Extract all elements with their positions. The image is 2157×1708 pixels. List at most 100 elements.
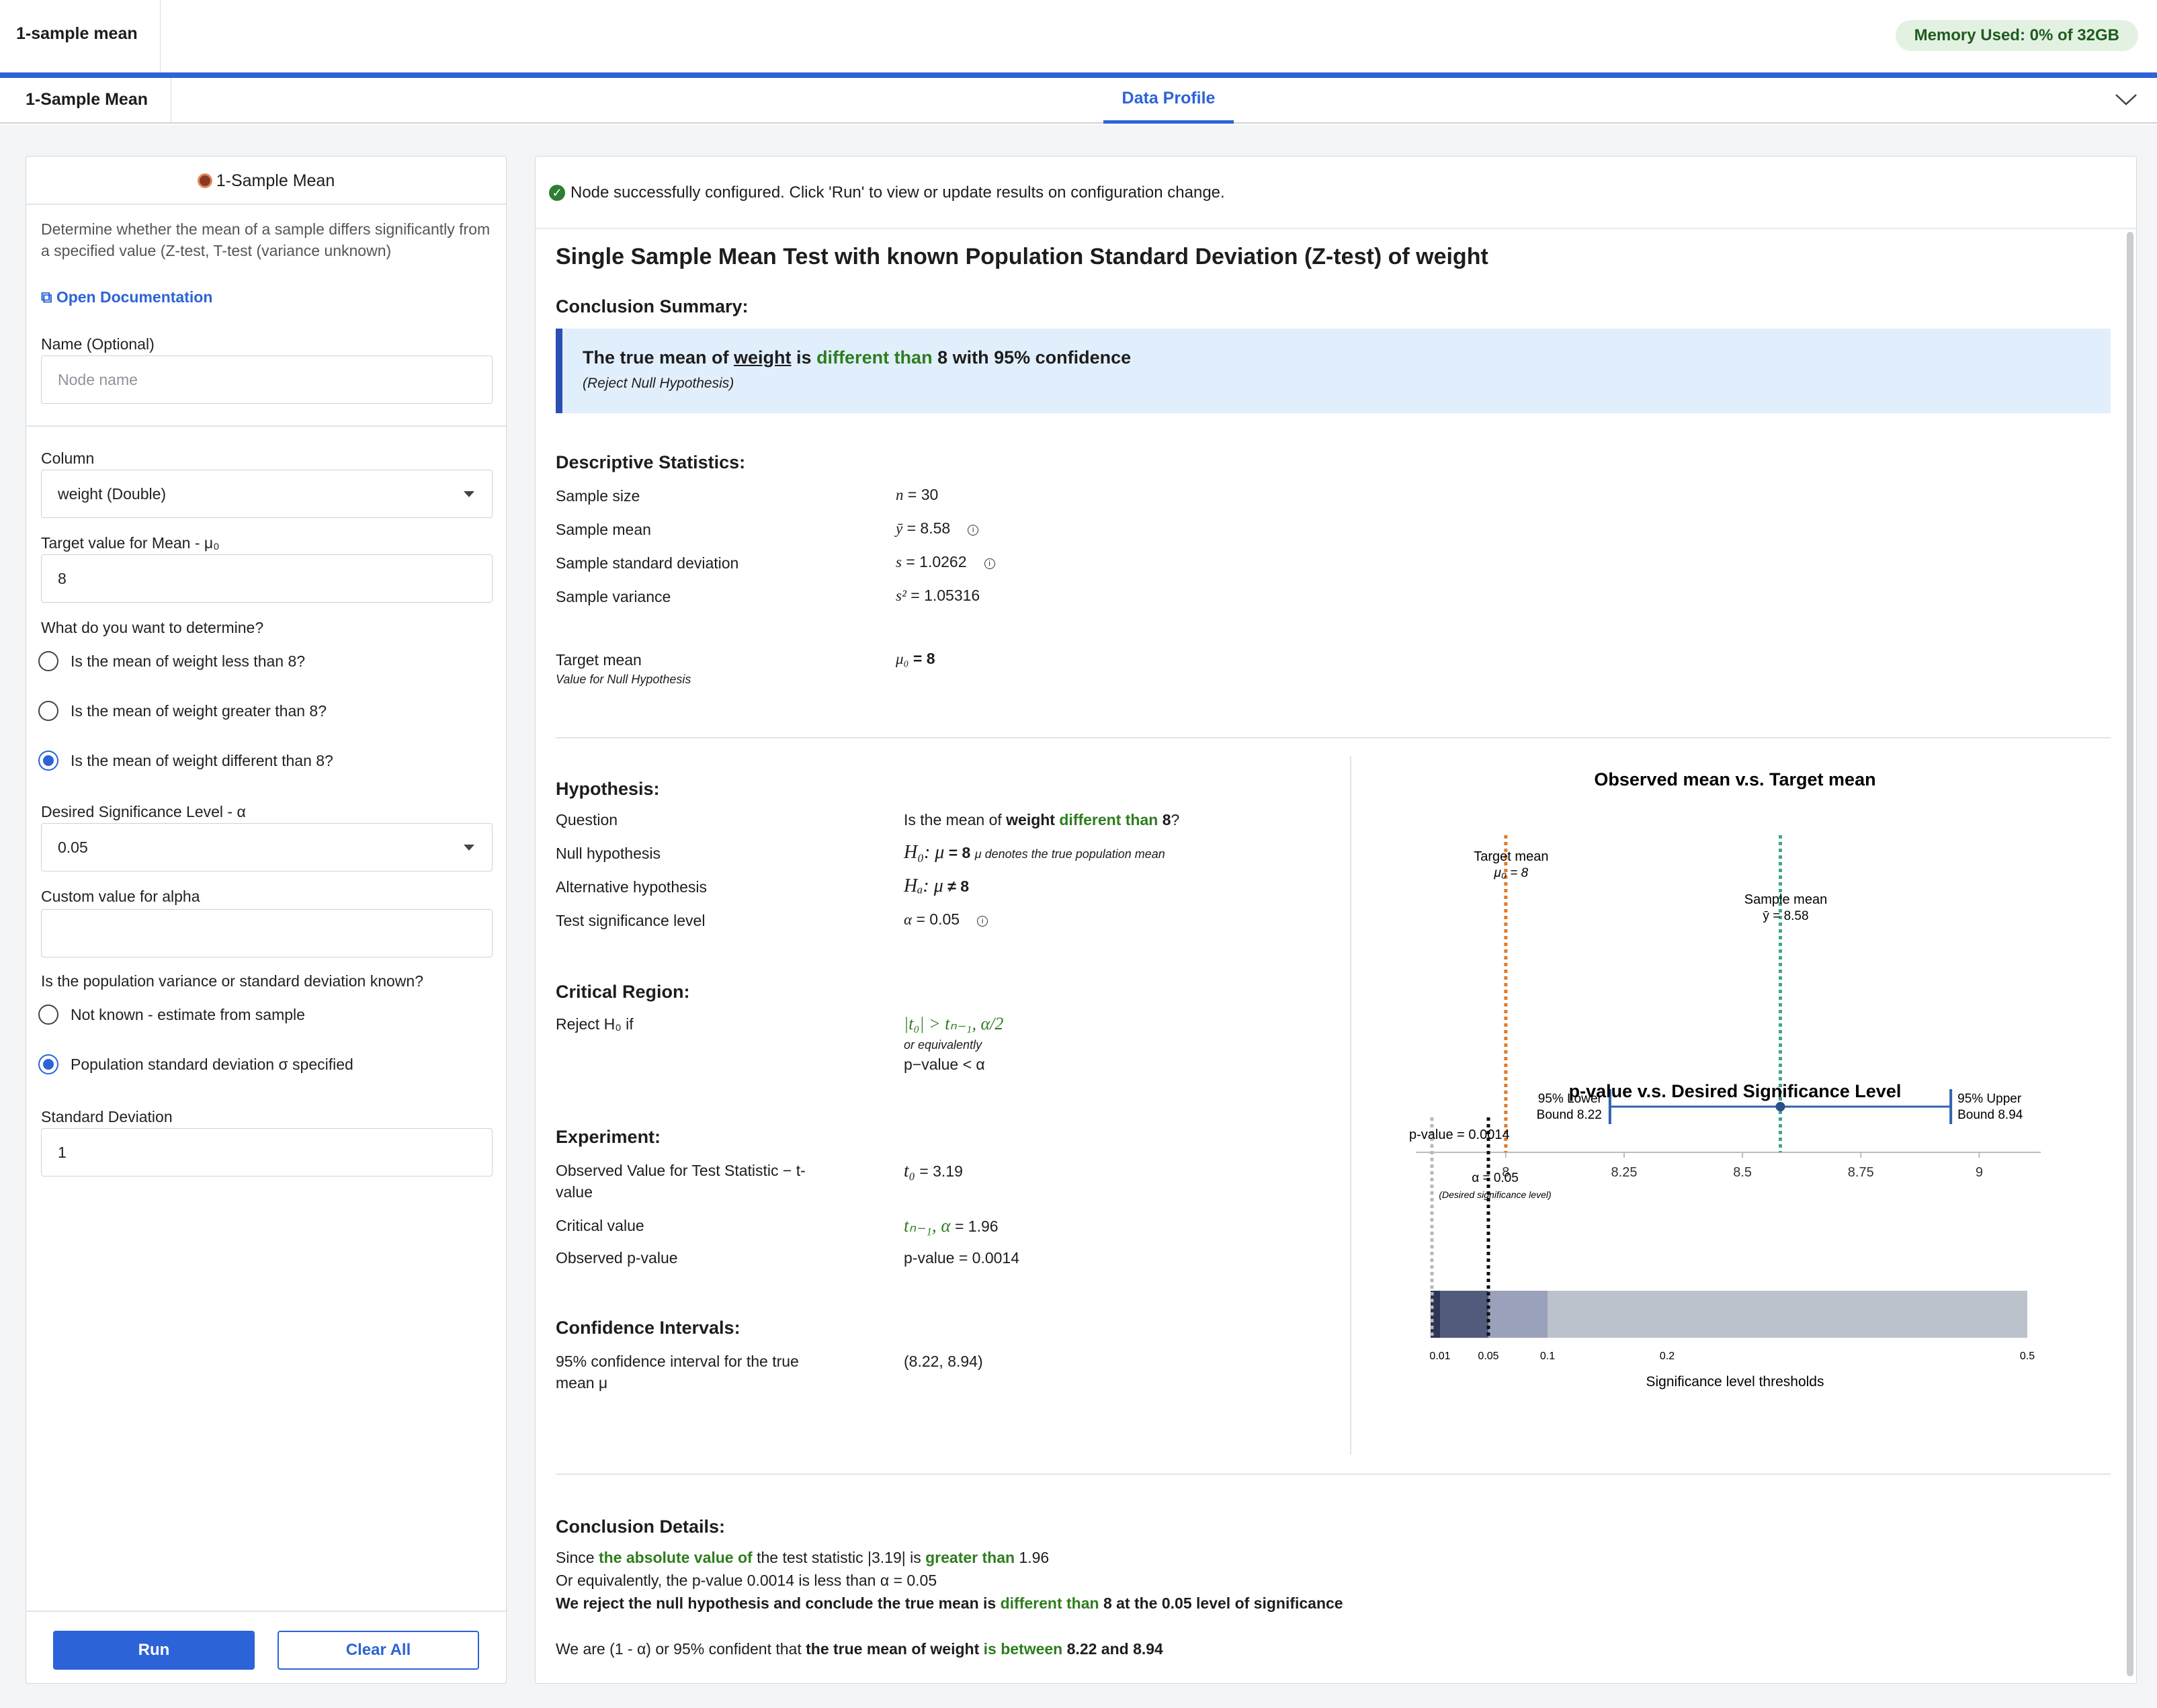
x-tick-label: 0.2	[1660, 1351, 1675, 1362]
p-value: p-value = 0.0014	[904, 1249, 1019, 1267]
custom-alpha-input[interactable]	[41, 909, 493, 957]
open-documentation-link[interactable]: ⧉ Open Documentation	[41, 288, 212, 306]
ci-value: (8.22, 8.94)	[904, 1353, 983, 1370]
info-icon[interactable]: i	[968, 525, 979, 536]
alpha-value: 0.05	[58, 839, 88, 856]
caret-down-icon	[464, 845, 474, 851]
note: μ denotes the true population mean	[974, 847, 1165, 861]
target-value-input[interactable]: 8	[41, 554, 493, 603]
emphasis: the absolute value of	[598, 1549, 753, 1566]
info-icon[interactable]: i	[977, 916, 988, 927]
alpha-label: Desired Significance Level - α	[41, 803, 246, 820]
variable: weight	[734, 347, 792, 368]
question-text: Is the mean of weight different than 8?	[904, 811, 1179, 829]
name-label: Name (Optional)	[41, 335, 155, 353]
radio-label: Not known - estimate from sample	[71, 1006, 305, 1023]
info-icon[interactable]: i	[984, 558, 995, 569]
radio-circle[interactable]	[38, 1005, 58, 1025]
value: = 1.0262	[901, 553, 967, 570]
sig-label: Test significance level	[556, 912, 706, 929]
text: is	[791, 347, 817, 368]
radio-circle[interactable]	[38, 701, 58, 721]
details-line-2: Or equivalently, the p-value 0.0014 is l…	[556, 1572, 937, 1589]
panel-header: 1-Sample Mean	[26, 157, 506, 205]
experiment-title: Experiment:	[556, 1127, 661, 1147]
chart-title: p-value v.s. Desired Significance Level	[1569, 1081, 1902, 1101]
descriptive-title: Descriptive Statistics:	[556, 452, 746, 472]
stat-label: Sample standard deviation	[556, 554, 739, 572]
symbol: n	[896, 486, 904, 503]
x-tick-label: 0.01	[1429, 1351, 1450, 1362]
divider	[1350, 756, 1351, 1455]
memory-badge: Memory Used: 0% of 32GB	[1895, 20, 2138, 51]
critical-expression: |t₀| > tₙ₋₁, α/2	[904, 1014, 1004, 1033]
divider	[26, 1611, 507, 1612]
divider	[26, 425, 507, 427]
question-label: Question	[556, 811, 618, 828]
value: = 1.96	[950, 1218, 999, 1235]
run-button[interactable]: Run	[53, 1631, 255, 1670]
stat-value: ȳ = 8.58 i	[896, 519, 979, 538]
external-link-icon: ⧉	[41, 288, 56, 306]
chevron-down-icon[interactable]	[2114, 87, 2138, 112]
critical-value-label: Critical value	[556, 1217, 644, 1234]
radio-circle[interactable]	[38, 651, 58, 671]
symbol: μ₀	[896, 650, 909, 667]
symbol: α	[904, 911, 913, 928]
symbol: Hₐ: μ	[904, 876, 943, 896]
emphasis: is between	[983, 1640, 1063, 1658]
significance-band	[1548, 1291, 2027, 1338]
text: 8 at the 0.05 level of significance	[1099, 1594, 1343, 1612]
tab-node[interactable]: 1-Sample Mean	[26, 90, 148, 110]
clear-all-button[interactable]: Clear All	[278, 1631, 479, 1670]
status-message: Node successfully configured. Click 'Run…	[570, 183, 1225, 202]
alpha-select[interactable]: 0.05	[41, 823, 493, 871]
column-select[interactable]: weight (Double)	[41, 470, 493, 518]
radio-circle[interactable]	[38, 751, 58, 771]
ci-label: 95% confidence interval for the true	[556, 1353, 799, 1370]
value: = 3.19	[915, 1162, 963, 1180]
config-panel: 1-Sample Mean Determine whether the mean…	[26, 156, 507, 1684]
alt-label: Alternative hypothesis	[556, 878, 708, 896]
tab-data-profile[interactable]: Data Profile	[1103, 78, 1234, 124]
or-equivalently: or equivalently	[904, 1038, 982, 1052]
value: = 8	[944, 844, 971, 861]
alpha-sub-label: (Desired significance level)	[1439, 1189, 1551, 1200]
results-panel: ✓ Node successfully configured. Click 'Ru…	[535, 156, 2137, 1684]
divider	[160, 0, 161, 73]
sd-label: Standard Deviation	[41, 1108, 173, 1125]
conclusion-banner: The true mean of weight is different tha…	[556, 329, 2111, 413]
sample-mean-sub: ȳ = 8.58	[1763, 909, 1808, 923]
text: 1.96	[1015, 1549, 1050, 1566]
critical-title: Critical Region:	[556, 982, 690, 1002]
sig-value: α = 0.05 i	[904, 910, 988, 929]
details-line-1: Since the absolute value of the test sta…	[556, 1549, 1049, 1567]
x-axis-label: Significance level thresholds	[1646, 1374, 1824, 1390]
emphasis: the true mean of weight	[806, 1640, 984, 1658]
node-name-input[interactable]: Node name	[41, 355, 493, 404]
value: 8	[1162, 811, 1171, 828]
radio-label: Is the mean of weight different than 8?	[71, 752, 333, 769]
determine-label: What do you want to determine?	[41, 619, 264, 636]
symbol: s²	[896, 587, 906, 604]
radio-circle[interactable]	[38, 1054, 58, 1074]
variance-label: Is the population variance or standard d…	[41, 972, 423, 990]
chart-title: Observed mean v.s. Target mean	[1594, 769, 1875, 789]
panel-title: 1-Sample Mean	[216, 171, 335, 190]
symbol: H₀: μ	[904, 842, 945, 863]
scrollbar[interactable]	[2127, 232, 2133, 1676]
value: = 8	[908, 650, 935, 667]
null-value: H₀: μ = 8 μ denotes the true population …	[904, 842, 1165, 863]
status-bar: ✓ Node successfully configured. Click 'Ru…	[536, 157, 2136, 229]
emphasis: greater than	[925, 1549, 1015, 1566]
radio-label: Is the mean of weight less than 8?	[71, 652, 306, 670]
target-mean-sub: μ₀ = 8	[1494, 866, 1529, 880]
details-line-3: We reject the null hypothesis and conclu…	[556, 1594, 1343, 1613]
symbol: t₀	[904, 1160, 915, 1181]
stat-label: Sample size	[556, 487, 640, 505]
standard-deviation-input[interactable]: 1	[41, 1128, 493, 1177]
value: = 8.58	[902, 519, 951, 537]
value: = 0.05	[912, 910, 960, 928]
reject-label: Reject H₀ if	[556, 1015, 634, 1033]
radio-label: Population standard deviation σ specifie…	[71, 1056, 353, 1073]
